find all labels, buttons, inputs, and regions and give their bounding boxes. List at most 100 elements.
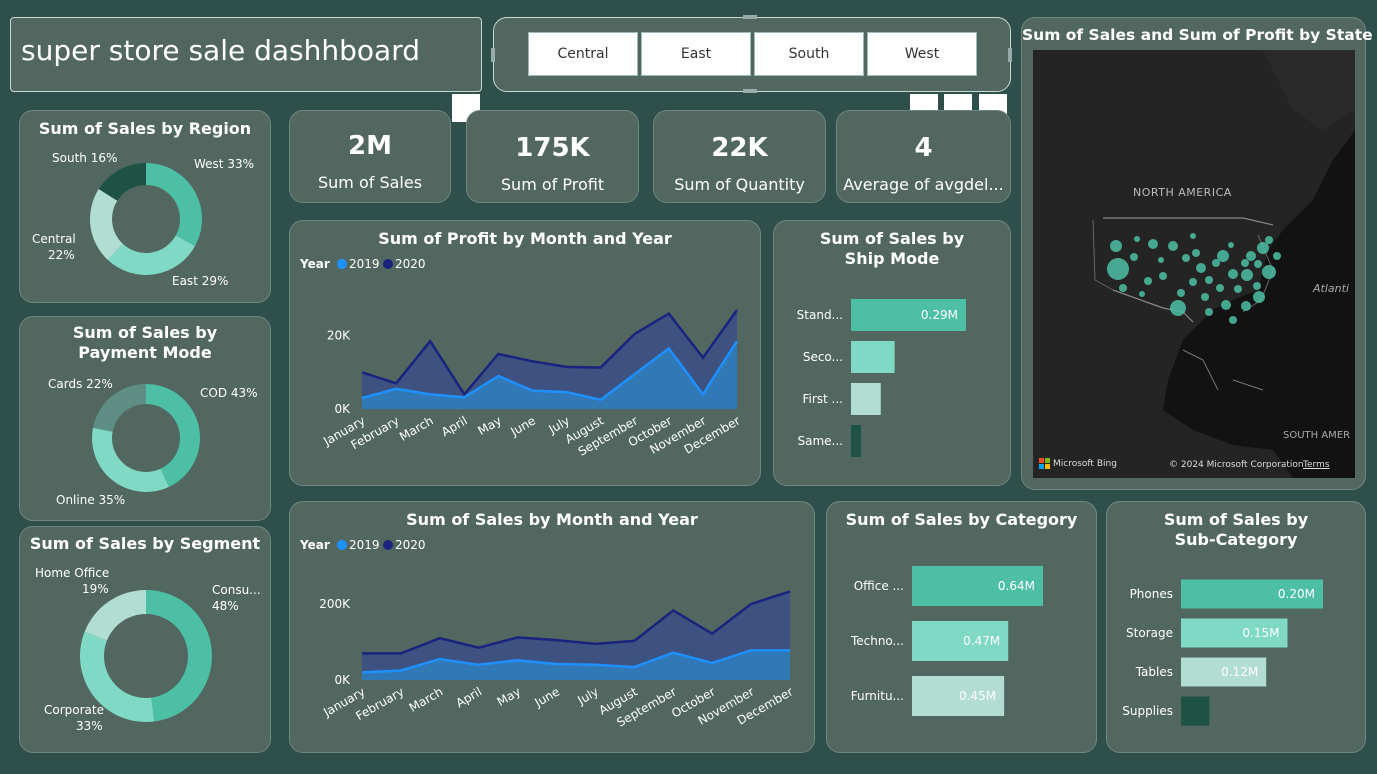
bar-category-label: Tables (1135, 665, 1173, 679)
kpi-label: Average of avgdel... (843, 175, 1004, 194)
bar[interactable] (851, 383, 881, 415)
sales-month-area-card: Sum of Sales by Month and Year Year 2019 2… (289, 501, 815, 753)
legend-marker (337, 259, 347, 269)
slicer-option-west[interactable]: West (867, 32, 977, 76)
legend-marker (337, 540, 347, 550)
state-bubble[interactable] (1159, 272, 1167, 280)
state-bubble[interactable] (1253, 282, 1261, 290)
donut-slice-online[interactable] (92, 427, 169, 492)
donut-label-pct: 19% (82, 582, 109, 596)
state-bubble[interactable] (1246, 251, 1256, 261)
state-bubble[interactable] (1196, 263, 1206, 273)
state-bubble[interactable] (1273, 252, 1281, 260)
dashboard-title: super store sale dashhboard (21, 34, 420, 67)
state-bubble[interactable] (1205, 308, 1213, 316)
legend-label: 2020 (395, 538, 426, 552)
state-bubble[interactable] (1254, 260, 1262, 268)
state-bubble[interactable] (1107, 258, 1129, 280)
donut-slice-east[interactable] (107, 235, 196, 275)
state-bubble[interactable] (1189, 278, 1197, 286)
bar-value-label: 0.12M (1221, 665, 1258, 679)
state-bubble[interactable] (1229, 316, 1237, 324)
donut-slice-consu-[interactable] (146, 590, 213, 722)
donut-label-pct: 22% (48, 248, 75, 262)
state-bubble[interactable] (1241, 269, 1253, 281)
bar-category-label: Phones (1130, 587, 1173, 601)
state-bubble[interactable] (1148, 239, 1158, 249)
state-bubble[interactable] (1134, 236, 1140, 242)
state-bubble[interactable] (1201, 293, 1209, 301)
map-label-north-america: NORTH AMERICA (1133, 186, 1232, 199)
resize-handle-left[interactable] (491, 48, 495, 62)
y-tick-label: 200K (319, 597, 351, 611)
slicer-option-central[interactable]: Central (528, 32, 638, 76)
bar[interactable] (851, 341, 895, 373)
resize-handle-top[interactable] (743, 15, 757, 19)
donut-label: South 16% (52, 151, 117, 165)
donut-slice-cards[interactable] (92, 384, 146, 432)
state-bubble[interactable] (1228, 269, 1238, 279)
donut-label: Central (32, 232, 76, 246)
state-bubble[interactable] (1139, 291, 1145, 297)
bar-category-label: Furnitu... (851, 689, 904, 703)
ship-mode-bar-card: Sum of Sales by Ship Mode Stand... 0.29M S… (773, 220, 1011, 486)
profit-area-card: Sum of Profit by Month and Year Year 2019… (289, 220, 761, 486)
slicer-option-south[interactable]: South (754, 32, 864, 76)
state-bubble[interactable] (1241, 301, 1251, 311)
state-bubble[interactable] (1253, 291, 1265, 303)
y-tick-label: 0K (334, 402, 351, 416)
state-bubble[interactable] (1192, 249, 1200, 257)
ship-mode-bar-chart: Stand... 0.29M Seco... First ... Same... (797, 299, 966, 457)
state-bubble[interactable] (1110, 240, 1122, 252)
map-label-atlantic: Atlanti (1313, 282, 1349, 295)
state-bubble[interactable] (1217, 250, 1229, 262)
state-bubble[interactable] (1257, 242, 1269, 254)
state-bubble[interactable] (1205, 276, 1213, 284)
legend-label: 2020 (395, 257, 426, 271)
kpi-card-sales: 2M Sum of Sales (289, 110, 451, 203)
bar-category-label: Office ... (854, 579, 904, 593)
state-bubble[interactable] (1216, 284, 1224, 292)
state-bubble[interactable] (1190, 233, 1196, 239)
kpi-label: Sum of Quantity (674, 175, 805, 194)
x-tick-label: March (397, 413, 436, 443)
state-bubble[interactable] (1177, 289, 1185, 297)
state-bubble[interactable] (1234, 285, 1242, 293)
bar[interactable] (851, 425, 861, 457)
bar-value-label: 0.29M (921, 308, 958, 322)
state-bubble[interactable] (1228, 242, 1234, 248)
state-bubble[interactable] (1158, 257, 1164, 263)
state-bubble[interactable] (1265, 236, 1273, 244)
state-map[interactable]: NORTH AMERICA Atlanti SOUTH AMER Microso… (1033, 50, 1355, 478)
bar-category-label: Storage (1126, 626, 1173, 640)
kpi-card-profit: 175K Sum of Profit (466, 110, 639, 203)
map-terms-link[interactable]: Terms (1303, 460, 1330, 470)
map-label-south-america: SOUTH AMER (1283, 430, 1351, 441)
resize-handle-bottom[interactable] (743, 89, 757, 93)
kpi-value: 22K (711, 133, 768, 163)
state-bubble[interactable] (1168, 241, 1178, 251)
donut-slice-home-office[interactable] (84, 590, 146, 641)
bar-value-label: 0.20M (1278, 587, 1315, 601)
state-bubble[interactable] (1241, 259, 1249, 267)
donut-slice-west[interactable] (146, 163, 203, 246)
state-bubble[interactable] (1130, 253, 1138, 261)
map-brand-text: Microsoft Bing (1053, 458, 1117, 469)
x-tick-label: June (532, 684, 563, 710)
x-tick-label: June (507, 413, 538, 439)
state-bubble[interactable] (1182, 254, 1190, 262)
state-bubble[interactable] (1221, 300, 1231, 310)
bar-category-label: Seco... (803, 350, 843, 364)
state-bubble[interactable] (1119, 284, 1127, 292)
resize-handle-right[interactable] (1008, 48, 1012, 62)
state-bubble[interactable] (1262, 265, 1276, 279)
state-bubble[interactable] (1144, 277, 1152, 285)
state-bubble[interactable] (1170, 300, 1186, 316)
slicer-option-east[interactable]: East (641, 32, 751, 76)
x-tick-label: April (453, 684, 484, 710)
kpi-label: Sum of Sales (317, 173, 423, 192)
microsoft-logo-icon (1039, 458, 1050, 469)
legend-marker (383, 540, 393, 550)
bar[interactable] (1181, 696, 1210, 726)
x-tick-label: May (475, 413, 503, 438)
